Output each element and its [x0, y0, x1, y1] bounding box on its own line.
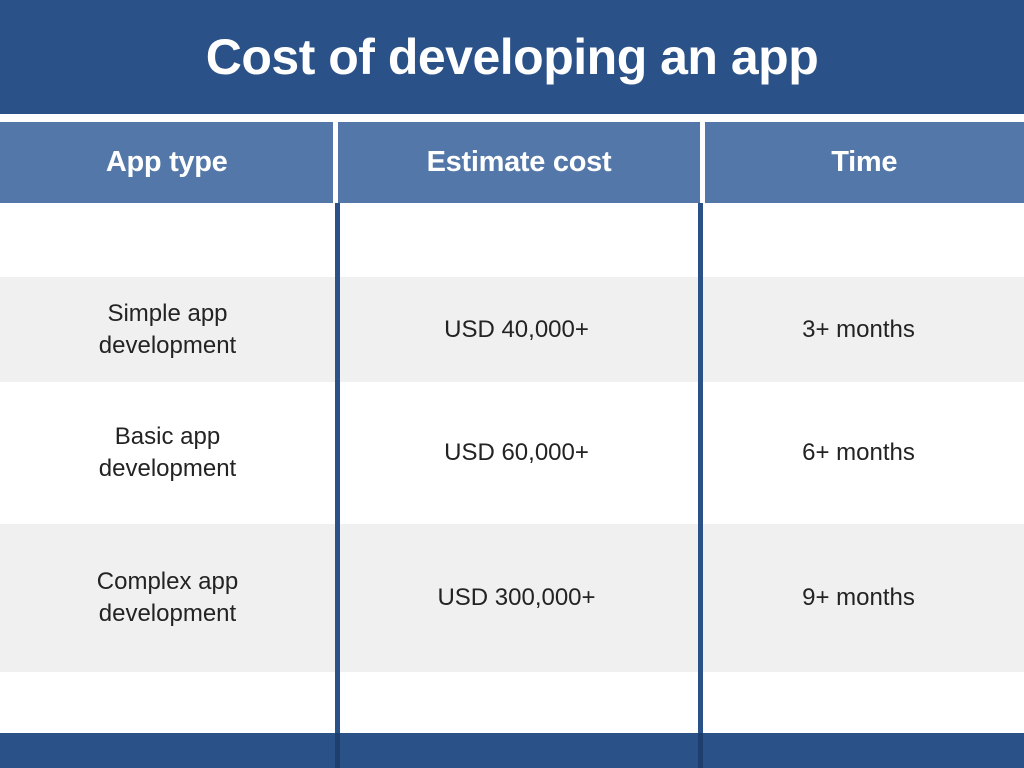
cost-of-app-development-infographic: Cost of developing an app App type Estim… — [0, 0, 1024, 768]
column-header-app-type: App type — [105, 146, 228, 178]
footer-column-divider-2 — [698, 733, 703, 768]
table-row: Basic app development USD 60,000+ 6+ mon… — [0, 382, 1024, 524]
page-title: Cost of developing an app — [205, 29, 819, 85]
spacer-cell-app-type — [0, 672, 335, 733]
cell-time: 6+ months — [802, 439, 915, 467]
cell-app-type-line1: Simple app — [107, 299, 228, 327]
spacer-cell-estimate-cost — [335, 672, 698, 733]
title-band: Cost of developing an app — [0, 0, 1024, 114]
cell-app-type: Basic app development — [0, 382, 335, 524]
column-header-estimate-cost: Estimate cost — [426, 146, 612, 178]
spacer-cell-estimate-cost — [335, 203, 698, 277]
table-row: Simple app development USD 40,000+ 3+ mo… — [0, 277, 1024, 382]
cell-app-type-line2: development — [98, 331, 237, 359]
footer-column-divider-1 — [335, 733, 340, 768]
cell-app-type-line1: Basic app — [114, 423, 221, 451]
spacer-cell-time — [698, 203, 1019, 277]
table-row: Complex app development USD 300,000+ 9+ … — [0, 524, 1024, 672]
cell-app-type: Simple app development — [0, 277, 335, 382]
table-header-row: App type Estimate cost Time — [0, 122, 1024, 203]
cell-app-type-line1: Complex app — [96, 568, 239, 596]
cell-estimate-cost: USD 60,000+ — [444, 439, 589, 467]
column-divider-2 — [698, 203, 703, 768]
table-spacer-row-top — [0, 203, 1024, 277]
table-body: Simple app development USD 40,000+ 3+ mo… — [0, 203, 1024, 733]
spacer-cell-time — [698, 672, 1019, 733]
cell-estimate-cost: USD 300,000+ — [437, 584, 596, 612]
column-header-time: Time — [831, 146, 898, 178]
spacer-cell-app-type — [0, 203, 335, 277]
cell-estimate-cost: USD 40,000+ — [444, 315, 589, 343]
cell-app-type-line2: development — [98, 600, 237, 627]
cell-time: 9+ months — [802, 584, 915, 612]
cell-time: 3+ months — [802, 315, 915, 343]
cell-app-type: Complex app development — [0, 524, 335, 672]
footer-band — [0, 733, 1024, 768]
column-divider-1 — [335, 203, 340, 768]
cell-app-type-line2: development — [98, 455, 237, 482]
table-spacer-row-bottom — [0, 672, 1024, 733]
